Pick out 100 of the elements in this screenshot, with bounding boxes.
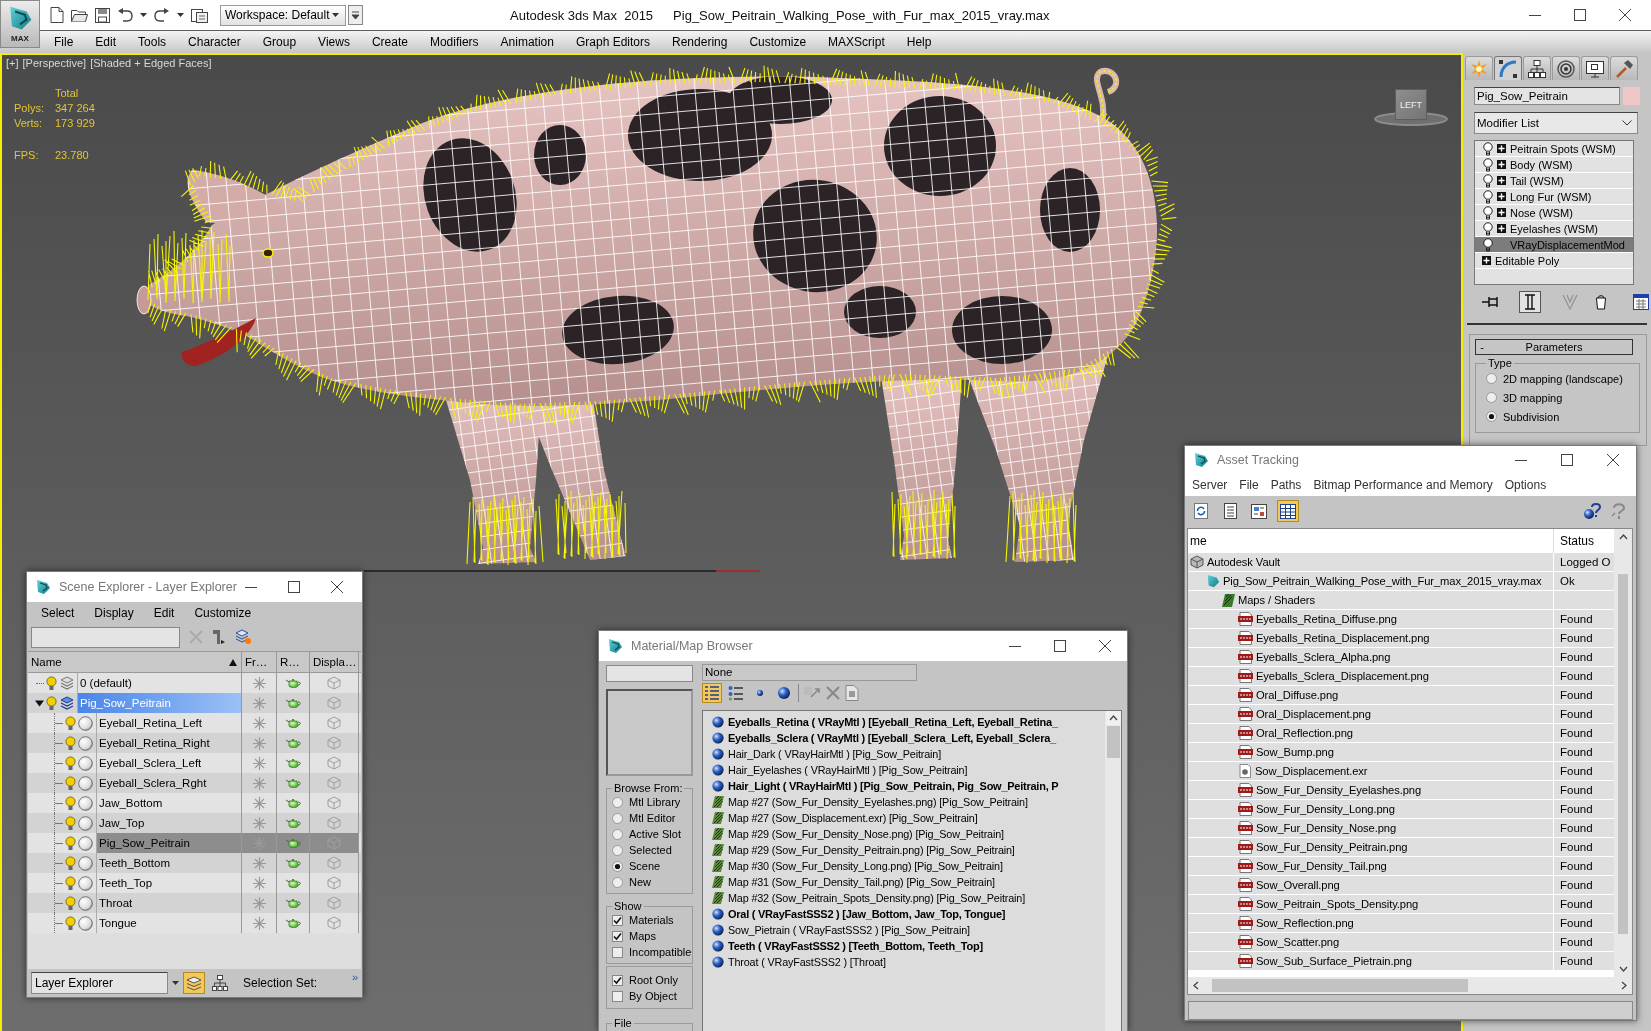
- radio-option[interactable]: Active Slot: [612, 826, 692, 842]
- redo-icon[interactable]: [154, 8, 170, 22]
- modifier-stack-item[interactable]: Tail (WSM): [1475, 173, 1633, 189]
- menu-item[interactable]: Tools: [127, 32, 178, 52]
- radio-option[interactable]: Mtl Editor: [612, 810, 692, 826]
- object-row[interactable]: Eyeball_Retina_Right: [28, 733, 361, 753]
- radio-option[interactable]: Selected: [612, 842, 692, 858]
- refresh-icon[interactable]: [1194, 503, 1208, 519]
- menu-item[interactable]: Modifiers: [418, 32, 490, 52]
- maximize-icon[interactable]: [1574, 9, 1586, 21]
- lightbulb-icon[interactable]: [1483, 189, 1493, 204]
- lightbulb-icon[interactable]: [1483, 221, 1493, 236]
- material-list-item[interactable]: Eyeballs_Retina ( VRayMtl ) [Eyeball_Retina_Left, Eyeball_Retina_: [712, 714, 1105, 730]
- sort-arrow-icon[interactable]: [229, 658, 237, 666]
- menu-item[interactable]: Group: [251, 32, 308, 52]
- object-name-field[interactable]: Pig_Sow_Peitrain: [1474, 87, 1620, 105]
- material-list-item[interactable]: Oral ( VRayFastSSS2 ) [Jaw_Bottom, Jaw_Top, Tongue]: [712, 906, 1105, 922]
- plus-box-icon[interactable]: [1497, 224, 1506, 233]
- asset-tree-item[interactable]: Sow_Fur_Density_Tail.png: [1188, 857, 1387, 875]
- asset-tree-item[interactable]: Oral_Displacement.png: [1188, 705, 1371, 723]
- menu-item[interactable]: Create: [360, 32, 419, 52]
- chevron-down-icon[interactable]: [1622, 120, 1632, 126]
- teapot-icon[interactable]: [284, 757, 302, 769]
- column-header[interactable]: Displa…: [310, 652, 359, 672]
- plus-box-icon[interactable]: [1497, 160, 1506, 169]
- asset-tree-item[interactable]: Sow_Fur_Density_Eyelashes.png: [1188, 781, 1421, 799]
- explorer-dropdown[interactable]: Layer Explorer: [31, 972, 168, 994]
- object-row[interactable]: Teeth_Bottom: [28, 853, 361, 873]
- hierarchy-tab[interactable]: [1523, 56, 1551, 80]
- utilities-tab[interactable]: [1610, 56, 1638, 80]
- asset-tree-item[interactable]: Sow_Reflection.png: [1188, 914, 1354, 932]
- viewport-label[interactable]: [+]: [6, 57, 19, 69]
- modifier-stack-item[interactable]: Editable Poly: [1475, 253, 1633, 269]
- teapot-icon[interactable]: [284, 797, 302, 809]
- modifier-stack-item[interactable]: Body (WSM): [1475, 157, 1633, 173]
- checkbox-option[interactable]: By Object: [612, 988, 692, 1004]
- menu-item[interactable]: Help: [895, 32, 943, 52]
- radio-icon[interactable]: [612, 796, 623, 808]
- lightbulb-icon[interactable]: [1483, 157, 1493, 172]
- material-list-item[interactable]: Map #31 (Sow_Fur_Density_Tail.png) [Pig_Sow_Peitrain]: [712, 874, 1105, 890]
- caret-icon[interactable]: [177, 13, 184, 17]
- material-list-item[interactable]: Hair_Dark ( VRayHairMtl ) [Pig_Sow_Peitrain]: [712, 746, 1105, 762]
- maximize-icon[interactable]: [1054, 640, 1066, 652]
- icon-list-view-icon[interactable]: [728, 685, 744, 701]
- search-field[interactable]: [606, 665, 693, 682]
- material-list-item[interactable]: Map #27 (Sow_Displacement.exr) [Pig_Sow_Peitrain]: [712, 810, 1105, 826]
- menu-item[interactable]: Server: [1186, 476, 1234, 494]
- menu-item[interactable]: File: [43, 32, 85, 52]
- material-list-item[interactable]: Sow_Pietrain ( VRayFastSSS2 ) [Pig_Sow_Peitrain]: [712, 922, 1105, 938]
- plus-box-icon[interactable]: [1482, 256, 1491, 265]
- menu-item[interactable]: Edit: [84, 32, 128, 52]
- asset-tree-item[interactable]: Eyeballs_Retina_Displacement.png: [1188, 629, 1430, 647]
- column-header[interactable]: Name: [28, 652, 242, 672]
- checkbox-icon[interactable]: [612, 974, 623, 986]
- menu-item[interactable]: Views: [307, 32, 361, 52]
- object-name[interactable]: Tongue: [96, 913, 241, 933]
- radio-option[interactable]: 2D mapping (landscape): [1486, 369, 1639, 388]
- asset-tree-item[interactable]: Sow_Displacement.exr: [1188, 762, 1368, 780]
- material-list-item[interactable]: Teeth ( VRayFastSSS2 ) [Teeth_Bottom, Teeth_Top]: [712, 938, 1105, 954]
- object-row[interactable]: Eyeball_Sclera_Rght: [28, 773, 361, 793]
- object-row[interactable]: Jaw_Top: [28, 813, 361, 833]
- material-list-item[interactable]: Eyeballs_Sclera ( VRayMtl ) [Eyeball_Sclera_Left, Eyeball_Sclera_: [712, 730, 1105, 746]
- radio-icon[interactable]: [612, 876, 623, 888]
- teapot-icon[interactable]: [284, 837, 302, 849]
- checkbox-option[interactable]: Incompatible: [612, 944, 692, 960]
- display-tab[interactable]: [1581, 56, 1609, 80]
- radio-option[interactable]: New: [612, 874, 692, 890]
- object-row[interactable]: Throat: [28, 893, 361, 913]
- maximize-icon[interactable]: [287, 581, 300, 593]
- column-header[interactable]: R…: [277, 652, 310, 672]
- menu-item[interactable]: Select: [31, 602, 85, 623]
- asset-tree-item[interactable]: Sow_Bump.png: [1188, 743, 1334, 761]
- layer-row[interactable]: 0 (default): [28, 673, 361, 693]
- modifier-stack-item[interactable]: Peitrain Spots (WSM): [1475, 141, 1633, 157]
- asset-tree-item[interactable]: Oral_Diffuse.png: [1188, 686, 1339, 704]
- menu-item[interactable]: Edit: [143, 602, 185, 623]
- checkbox-icon[interactable]: [612, 946, 623, 958]
- asset-tree-item[interactable]: Sow_Fur_Density_Peitrain.png: [1188, 838, 1408, 856]
- object-name[interactable]: Pig_Sow_Peitrain: [96, 833, 241, 853]
- list-view-icon[interactable]: [1223, 503, 1237, 519]
- asset-tree-item[interactable]: Eyeballs_Sclera_Alpha.png: [1188, 648, 1391, 666]
- close-icon[interactable]: [1619, 9, 1631, 21]
- material-list-item[interactable]: Hair_Eyelashes ( VRayHairMtl ) [Pig_Sow_Peitrain]: [712, 762, 1105, 778]
- radio-option[interactable]: Scene: [612, 858, 692, 874]
- object-row[interactable]: Eyeball_Retina_Left: [28, 713, 361, 733]
- material-list-item[interactable]: Throat ( VRayFastSSS2 ) [Throat]: [712, 954, 1105, 970]
- caret-icon[interactable]: [332, 13, 339, 17]
- checkbox-option[interactable]: Maps: [612, 928, 692, 944]
- teapot-icon[interactable]: [284, 717, 302, 729]
- radio-option[interactable]: Mtl Library: [612, 794, 692, 810]
- layers-icon[interactable]: [186, 975, 202, 991]
- menu-item[interactable]: Customize: [184, 602, 262, 623]
- teapot-icon[interactable]: [284, 737, 302, 749]
- material-list-item[interactable]: Map #29 (Sow_Fur_Density_Nose.png) [Pig_Sow_Peitrain]: [712, 826, 1105, 842]
- asset-tree-item[interactable]: Sow_Fur_Density_Nose.png: [1188, 819, 1396, 837]
- object-row[interactable]: Teeth_Top: [28, 873, 361, 893]
- material-list-item[interactable]: Map #32 (Sow_Peitrain_Spots_Density.png) [Pig_Sow_Peitrain]: [712, 890, 1105, 906]
- radio-icon[interactable]: [612, 860, 623, 872]
- grid-window-icon[interactable]: [1630, 291, 1651, 313]
- menu-item[interactable]: Paths: [1264, 476, 1308, 494]
